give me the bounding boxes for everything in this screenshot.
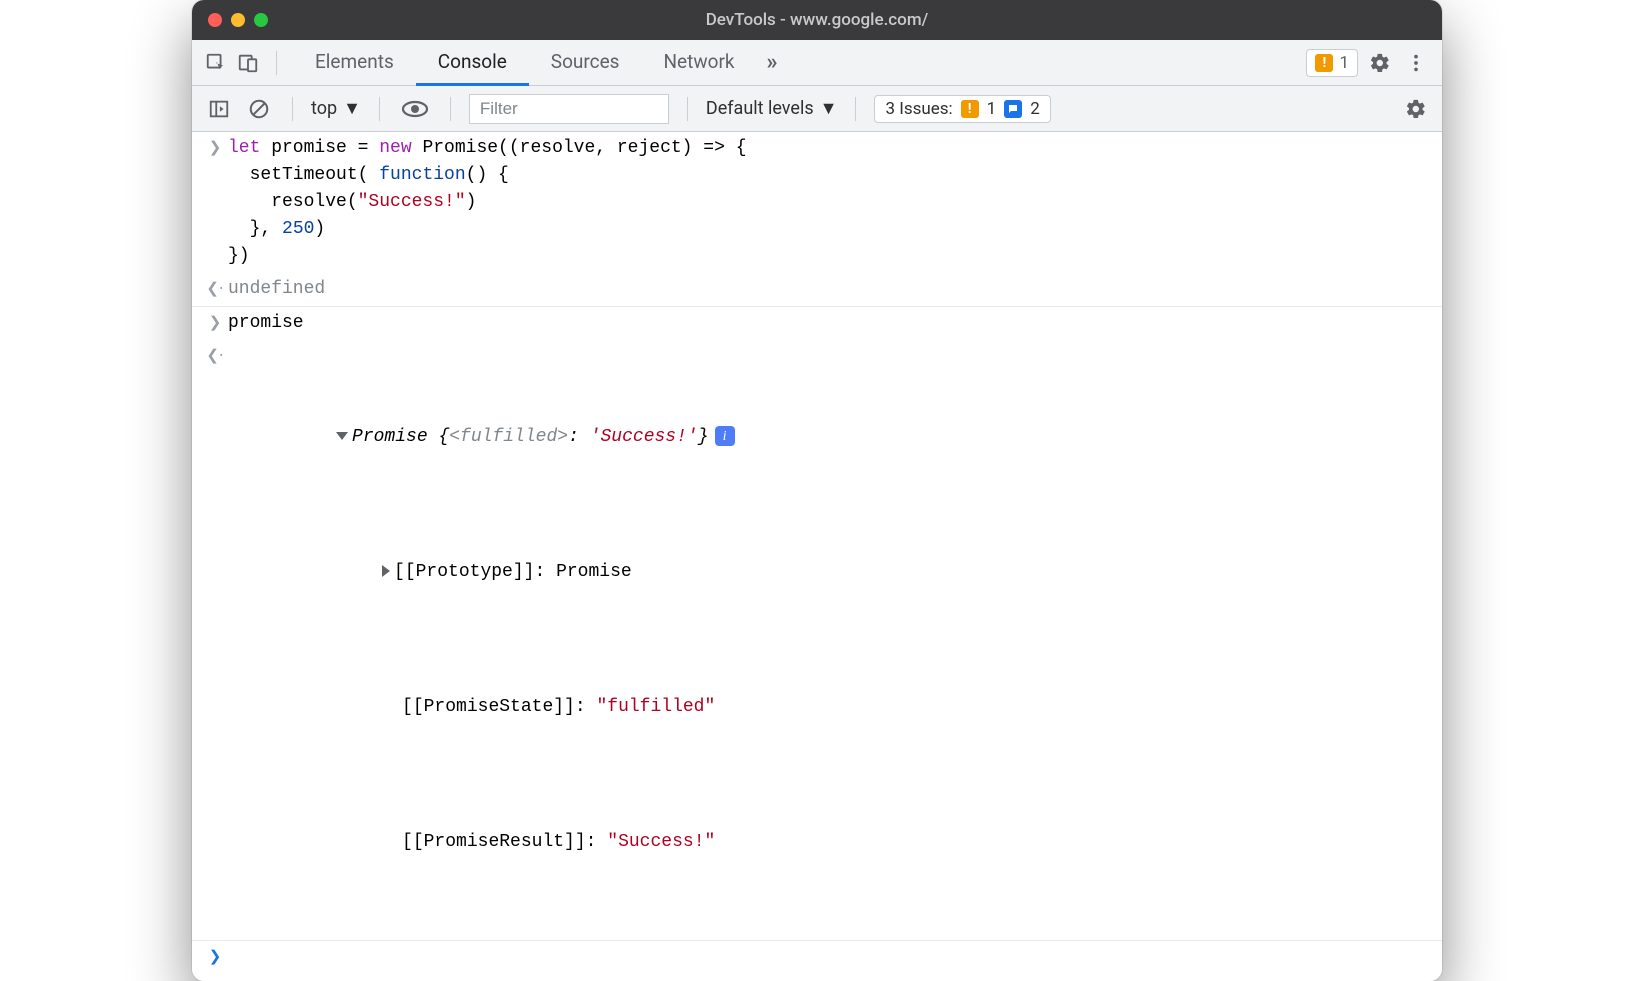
more-menu-icon[interactable]: [1402, 49, 1430, 77]
divider: [276, 51, 277, 75]
settings-icon[interactable]: [1366, 49, 1394, 77]
issues-info-count: 2: [1030, 99, 1040, 119]
live-expression-icon[interactable]: [398, 95, 432, 123]
output-object[interactable]: Promise {<fulfilled>: 'Success!'}i [[Pro…: [228, 343, 1432, 937]
traffic-lights: [208, 13, 268, 27]
close-button[interactable]: [208, 13, 222, 27]
issues-warn-count: 1: [987, 99, 997, 119]
main-toolbar: Elements Console Sources Network » ! 1: [192, 40, 1442, 86]
expand-icon[interactable]: [336, 432, 348, 440]
object-property[interactable]: [[Prototype]]: Promise: [228, 532, 1432, 613]
console-body: ❯ let promise = new Promise((resolve, re…: [192, 132, 1442, 981]
console-output-row: ❮⋅ undefined: [192, 273, 1442, 307]
issues-box[interactable]: 3 Issues: ! 1 2: [874, 95, 1050, 123]
top-issue-count: 1: [1339, 53, 1349, 73]
info-icon: [1004, 100, 1022, 118]
panel-tabs: Elements Console Sources Network »: [293, 40, 788, 86]
warning-icon: !: [1315, 54, 1333, 72]
context-select[interactable]: top ▼: [311, 98, 361, 119]
dropdown-icon: ▼: [343, 98, 361, 119]
tab-console[interactable]: Console: [416, 40, 529, 86]
console-input-row[interactable]: ❯ promise: [192, 307, 1442, 340]
inspect-icon[interactable]: [204, 51, 228, 75]
toggle-sidebar-icon[interactable]: [204, 94, 234, 124]
input-chevron-icon: ❯: [202, 135, 228, 270]
log-levels-select[interactable]: Default levels ▼: [706, 98, 838, 119]
output-chevron-icon: ❮⋅: [202, 343, 228, 937]
prompt-chevron-icon: ❯: [202, 944, 228, 970]
console-input-row[interactable]: ❯ let promise = new Promise((resolve, re…: [192, 132, 1442, 273]
minimize-button[interactable]: [231, 13, 245, 27]
object-property: [[PromiseState]]: "fulfilled": [228, 667, 1432, 748]
more-tabs-icon[interactable]: »: [757, 50, 788, 75]
divider: [292, 97, 293, 121]
tab-sources[interactable]: Sources: [529, 40, 642, 86]
context-label: top: [311, 98, 337, 119]
tab-network[interactable]: Network: [641, 40, 756, 86]
titlebar: DevTools - www.google.com/: [192, 0, 1442, 40]
window-title: DevTools - www.google.com/: [192, 10, 1442, 30]
clear-console-icon[interactable]: [244, 94, 274, 124]
output-value: undefined: [228, 276, 1432, 303]
info-badge-icon[interactable]: i: [715, 426, 735, 446]
warning-icon: !: [961, 100, 979, 118]
console-code: promise: [228, 310, 1432, 337]
output-chevron-icon: ❮⋅: [202, 276, 228, 303]
top-issue-badge[interactable]: ! 1: [1306, 49, 1358, 77]
expand-icon[interactable]: [382, 565, 390, 577]
console-code: let promise = new Promise((resolve, reje…: [228, 135, 1432, 270]
devtools-window: DevTools - www.google.com/ Elements Cons…: [192, 0, 1442, 981]
maximize-button[interactable]: [254, 13, 268, 27]
prompt-input[interactable]: [228, 944, 1432, 970]
device-toggle-icon[interactable]: [236, 51, 260, 75]
console-toolbar: top ▼ Default levels ▼ 3 Issues: ! 1 2: [192, 86, 1442, 132]
console-settings-icon[interactable]: [1402, 95, 1430, 123]
filter-input[interactable]: [469, 94, 669, 124]
levels-label: Default levels: [706, 98, 814, 119]
divider: [450, 97, 451, 121]
console-output-row: ❮⋅ Promise {<fulfilled>: 'Success!'}i [[…: [192, 340, 1442, 941]
issues-label: 3 Issues:: [885, 99, 952, 119]
object-property: [[PromiseResult]]: "Success!": [228, 802, 1432, 883]
input-chevron-icon: ❯: [202, 310, 228, 337]
object-summary[interactable]: Promise {<fulfilled>: 'Success!'}i: [228, 397, 1432, 478]
divider: [379, 97, 380, 121]
tab-elements[interactable]: Elements: [293, 40, 416, 86]
dropdown-icon: ▼: [820, 98, 838, 119]
divider: [855, 97, 856, 121]
divider: [687, 97, 688, 121]
console-prompt-row[interactable]: ❯: [192, 941, 1442, 973]
